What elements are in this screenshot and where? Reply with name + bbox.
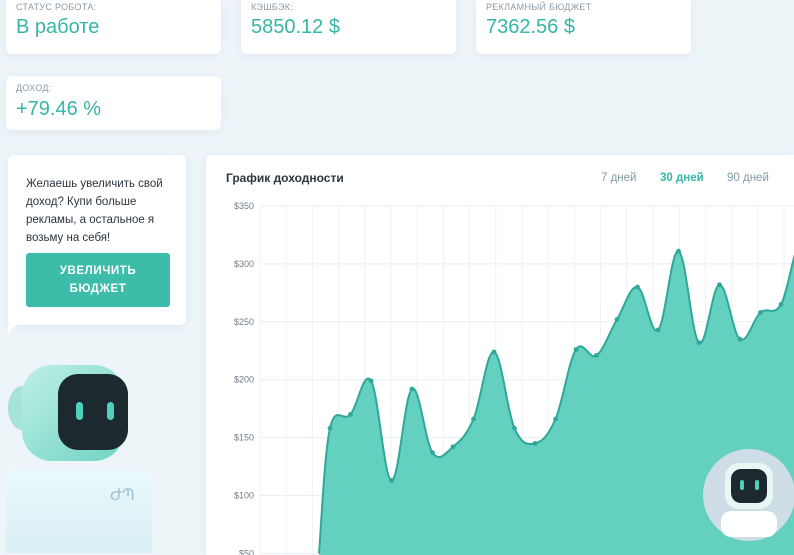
data-point: [430, 450, 435, 456]
tab-90-days[interactable]: 90 дней: [727, 172, 769, 184]
data-point: [553, 416, 558, 422]
promo-bubble: Желаешь увеличить свой доход? Купи больш…: [8, 155, 186, 333]
data-point: [409, 386, 415, 392]
budget-card: РЕКЛАМНЫЙ БЮДЖЕТ 7362.56 $: [476, 0, 691, 54]
income-label: ДОХОД:: [16, 83, 52, 93]
svg-text:ԺՊ: ԺՊ: [110, 487, 135, 504]
chart-title: График доходности: [226, 171, 344, 185]
income-value: +79.46 %: [16, 98, 102, 120]
income-card: ДОХОД: +79.46 %: [6, 76, 221, 130]
status-card: СТАТУС РОБОТА: В работе: [6, 0, 221, 54]
data-point: [389, 478, 394, 483]
increase-budget-line1: УВЕЛИЧИТЬ: [59, 265, 137, 277]
data-point: [573, 347, 579, 352]
cashback-card: КЭШБЭК: 5850.12 $: [241, 0, 456, 54]
tab-30-days[interactable]: 30 дней: [660, 172, 704, 184]
data-point: [327, 425, 333, 431]
data-point: [594, 352, 599, 358]
data-point: [696, 340, 702, 346]
status-label: СТАТУС РОБОТА:: [16, 2, 97, 12]
data-point: [614, 317, 620, 322]
y-tick-label: $150: [234, 433, 254, 443]
promo-text: Желаешь увеличить свой доход? Купи больш…: [26, 178, 163, 244]
status-value: В работе: [16, 16, 100, 38]
data-point: [491, 349, 497, 355]
data-point: [450, 444, 456, 450]
y-tick-label: $50: [239, 548, 254, 555]
data-point: [758, 310, 763, 315]
data-point: [532, 440, 538, 446]
robot-mascot-icon: ԺՊ: [6, 365, 152, 553]
cashback-value: 5850.12 $: [251, 16, 340, 38]
y-tick-label: $250: [234, 317, 254, 327]
data-point: [778, 302, 784, 307]
increase-budget-line2: БЮДЖЕТ: [69, 283, 127, 295]
y-tick-label: $100: [234, 491, 254, 501]
data-point: [676, 248, 681, 254]
increase-budget-button[interactable]: УВЕЛИЧИТЬ БЮДЖЕТ: [26, 253, 170, 307]
chat-bot-icon[interactable]: [703, 447, 794, 547]
data-point: [655, 327, 661, 333]
data-point: [348, 412, 353, 417]
y-tick-label: $300: [234, 259, 254, 269]
data-point: [471, 416, 476, 422]
data-point: [737, 336, 743, 342]
tab-7-days[interactable]: 7 дней: [601, 172, 636, 184]
bubble-tail: [8, 323, 18, 333]
data-point: [717, 282, 722, 288]
data-point: [368, 378, 374, 384]
y-tick-label: $350: [234, 201, 254, 211]
data-point: [512, 425, 517, 431]
budget-value: 7362.56 $: [486, 16, 575, 38]
budget-label: РЕКЛАМНЫЙ БЮДЖЕТ: [486, 2, 592, 12]
data-point: [635, 284, 640, 290]
y-tick-label: $200: [234, 375, 254, 385]
cashback-label: КЭШБЭК:: [251, 2, 294, 12]
